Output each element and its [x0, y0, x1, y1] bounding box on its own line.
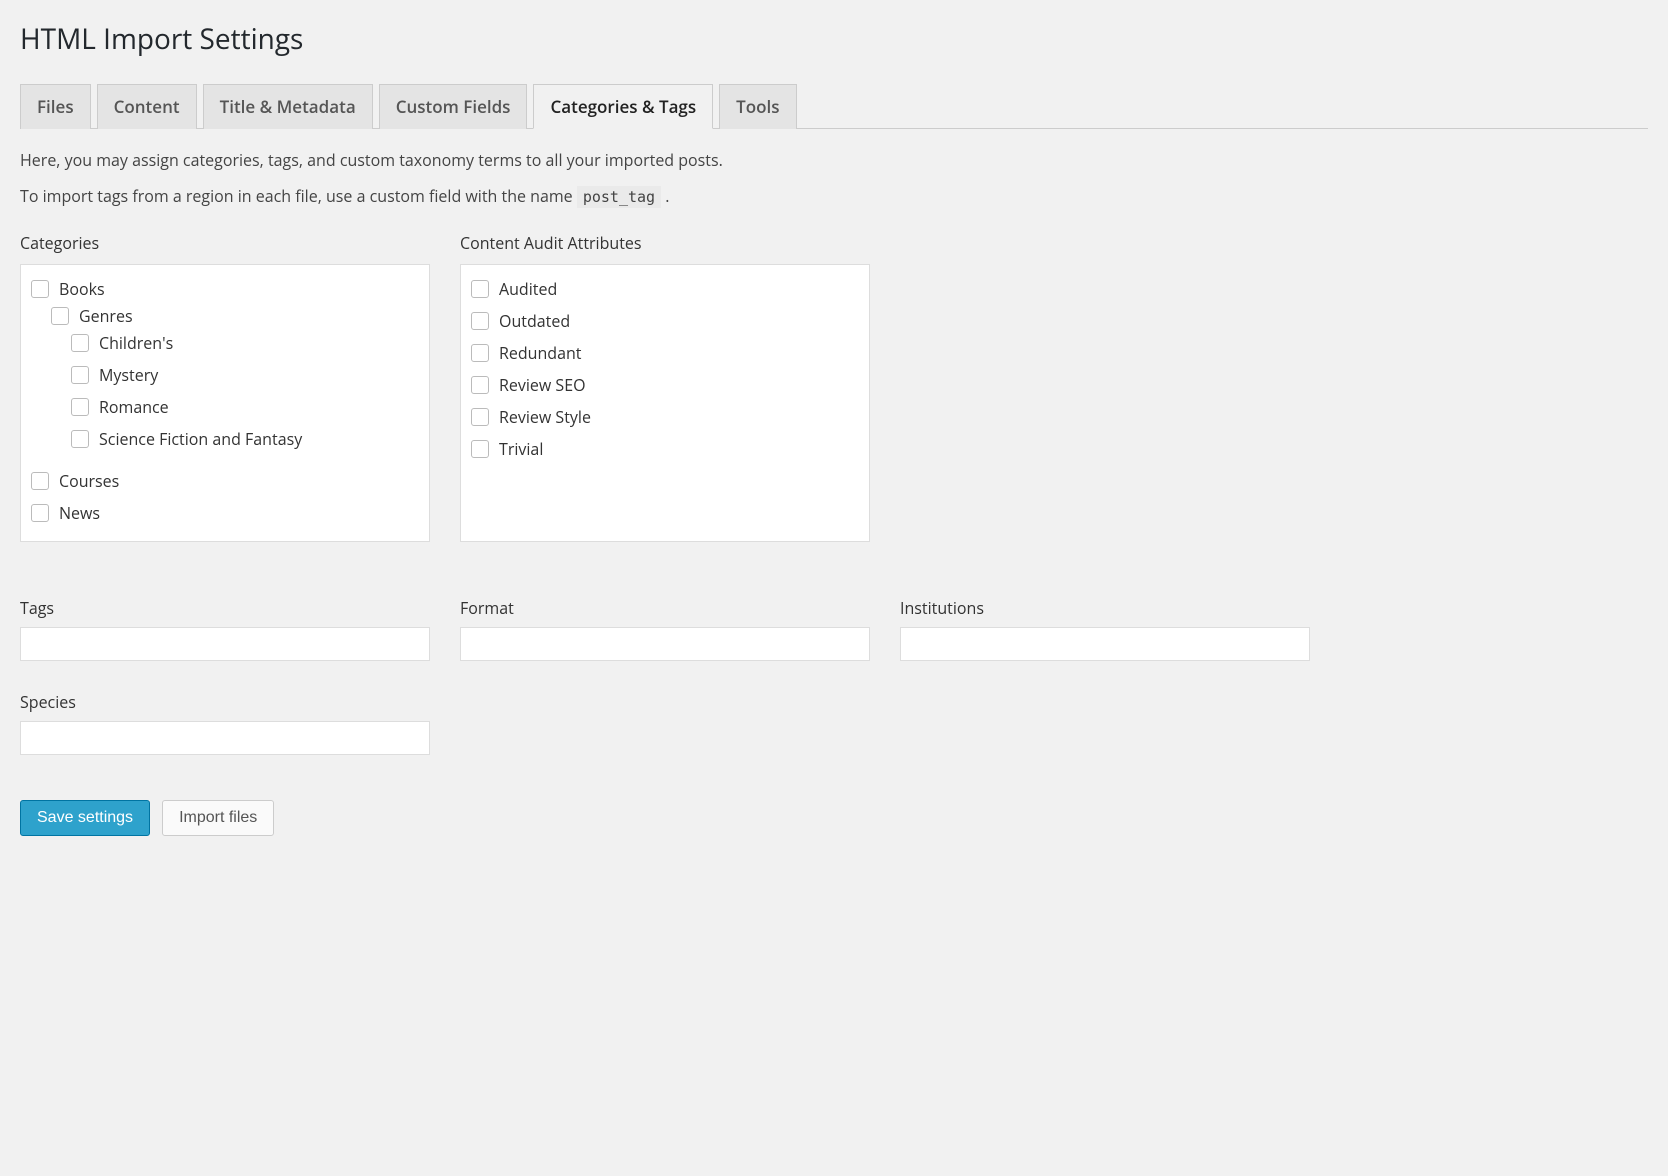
intro-line-2: To import tags from a region in each fil…	[20, 185, 1648, 207]
save-button[interactable]: Save settings	[20, 800, 150, 836]
list-item: Books Genres Children's Mystery Romance Scien…	[31, 273, 419, 465]
audit-checkbox-redundant[interactable]	[471, 344, 489, 362]
field-label-institutions: Institutions	[900, 597, 1310, 619]
intro-text: Here, you may assign categories, tags, a…	[20, 149, 1648, 207]
format-input[interactable]	[460, 627, 870, 661]
list-item: Trivial	[471, 433, 859, 465]
categories-heading: Categories	[20, 232, 430, 254]
list-item: Audited	[471, 273, 859, 305]
field-tags: Tags	[20, 597, 430, 661]
category-checkbox-children-s[interactable]	[71, 334, 89, 352]
category-checkbox-mystery[interactable]	[71, 366, 89, 384]
list-item: Children's	[71, 327, 419, 359]
audit-checkbox-review-style[interactable]	[471, 408, 489, 426]
category-checkbox-books[interactable]	[31, 280, 49, 298]
category-checkbox-news[interactable]	[31, 504, 49, 522]
audit-label: Redundant	[499, 342, 581, 364]
content-audit-heading: Content Audit Attributes	[460, 232, 870, 254]
category-checkbox-genres[interactable]	[51, 307, 69, 325]
categories-section: Categories Books Genres Children's Mystery R…	[20, 232, 430, 542]
category-checkbox-science-fiction-and-fantasy[interactable]	[71, 430, 89, 448]
audit-checkbox-trivial[interactable]	[471, 440, 489, 458]
list-item: News	[31, 497, 419, 529]
tab-content[interactable]: Content	[97, 84, 197, 129]
category-label: Science Fiction and Fantasy	[99, 428, 302, 450]
list-item: Romance	[71, 391, 419, 423]
tab-tools[interactable]: Tools	[719, 84, 796, 129]
category-label: Courses	[59, 470, 119, 492]
category-checkbox-romance[interactable]	[71, 398, 89, 416]
list-item: Redundant	[471, 337, 859, 369]
content-audit-panel[interactable]: Audited Outdated Redundant Review SEO Review…	[460, 264, 870, 542]
audit-label: Outdated	[499, 310, 570, 332]
tab-custom-fields[interactable]: Custom Fields	[379, 84, 528, 129]
page-title: HTML Import Settings	[20, 20, 1648, 58]
import-button[interactable]: Import files	[162, 800, 274, 836]
tab-title-metadata[interactable]: Title & Metadata	[203, 84, 373, 129]
field-institutions: Institutions	[900, 597, 1310, 661]
list-item: Genres Children's Mystery Romance Science Fi…	[51, 300, 419, 460]
category-checkbox-courses[interactable]	[31, 472, 49, 490]
audit-checkbox-outdated[interactable]	[471, 312, 489, 330]
list-item: Science Fiction and Fantasy	[71, 423, 419, 455]
category-label: Mystery	[99, 364, 158, 386]
list-item: Review SEO	[471, 369, 859, 401]
audit-label: Trivial	[499, 438, 543, 460]
tags-input[interactable]	[20, 627, 430, 661]
tab-categories-tags[interactable]: Categories & Tags	[533, 84, 713, 129]
audit-checkbox-audited[interactable]	[471, 280, 489, 298]
audit-label: Audited	[499, 278, 557, 300]
field-label-tags: Tags	[20, 597, 430, 619]
institutions-input[interactable]	[900, 627, 1310, 661]
field-label-species: Species	[20, 691, 430, 713]
tab-files[interactable]: Files	[20, 84, 91, 129]
field-format: Format	[460, 597, 870, 661]
tab-bar: FilesContentTitle & MetadataCustom Field…	[20, 83, 1648, 129]
list-item: Outdated	[471, 305, 859, 337]
category-label: Children's	[99, 332, 173, 354]
category-label: Books	[59, 278, 105, 300]
list-item: Mystery	[71, 359, 419, 391]
content-audit-section: Content Audit Attributes Audited Outdated…	[460, 232, 870, 542]
code-posttag: post_tag	[577, 186, 661, 208]
audit-label: Review SEO	[499, 374, 586, 396]
list-item: Review Style	[471, 401, 859, 433]
intro-line-1: Here, you may assign categories, tags, a…	[20, 149, 1648, 171]
category-label: Genres	[79, 305, 133, 327]
field-label-format: Format	[460, 597, 870, 619]
audit-checkbox-review-seo[interactable]	[471, 376, 489, 394]
category-label: News	[59, 502, 100, 524]
category-label: Romance	[99, 396, 169, 418]
audit-label: Review Style	[499, 406, 591, 428]
species-input[interactable]	[20, 721, 430, 755]
categories-panel[interactable]: Books Genres Children's Mystery Romance Scien…	[20, 264, 430, 542]
field-species: Species	[20, 691, 430, 755]
list-item: Courses	[31, 465, 419, 497]
